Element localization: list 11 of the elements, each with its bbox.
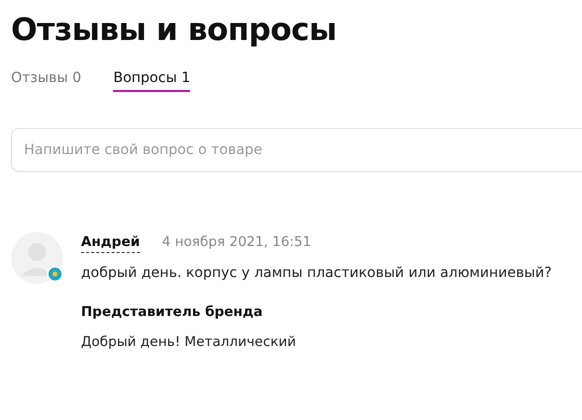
tab[interactable]: Отзывы 0: [11, 70, 82, 92]
page-title: Отзывы и вопросы: [11, 11, 338, 50]
question-text: добрый день. корпус у лампы пластиковый или алюминиевый?: [81, 265, 552, 281]
answer-author: Представитель бренда: [81, 304, 264, 320]
question-date: 4 ноября 2021, 16:51: [162, 234, 312, 250]
avatar-icon: [11, 232, 63, 284]
tab[interactable]: Вопросы 1: [113, 70, 190, 92]
question-field[interactable]: Напишите свой вопрос о товаре: [11, 128, 582, 172]
answer-text: Добрый день! Металлический: [81, 334, 298, 350]
author-name[interactable]: Андрей: [81, 234, 140, 253]
flag-icon: [47, 266, 63, 282]
